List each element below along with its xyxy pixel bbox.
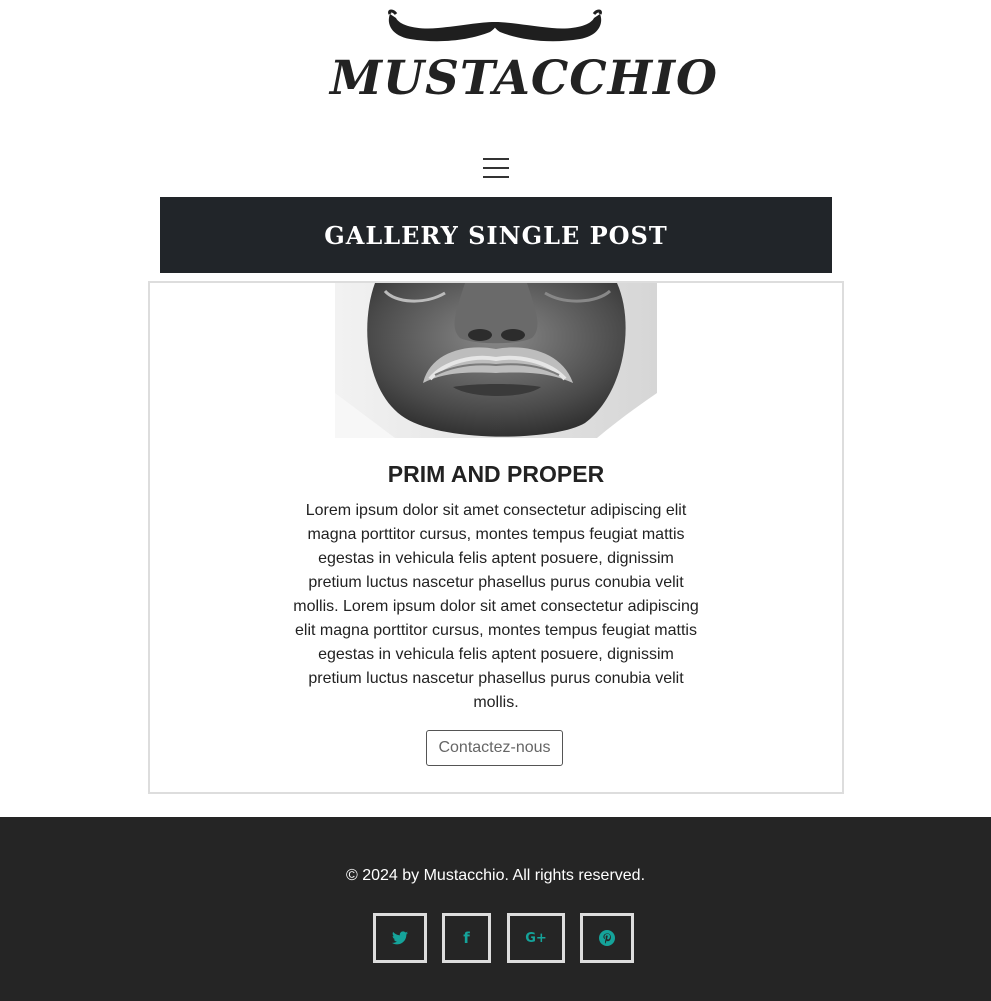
post-title: PRIM AND PROPER [387,461,605,487]
google-plus-icon: G+ [525,930,547,946]
twitter-link[interactable] [373,913,427,963]
site-footer: © 2024 by Mustacchio. All rights reserve… [0,817,991,1001]
google-plus-link[interactable]: G+ [507,913,565,963]
page-title: GALLERY SINGLE POST [324,220,668,250]
post-image [335,283,657,438]
hamburger-menu-icon[interactable] [483,158,509,180]
site-header: MUSTACCHIO [0,0,991,195]
post-body: Lorem ipsum dolor sit amet consectetur a… [293,502,699,711]
contact-button[interactable]: Contactez-nous [426,730,563,766]
mustache-photo-illustration [335,283,657,438]
facebook-icon: f [463,929,470,947]
logo-wordmark: MUSTACCHIO [330,51,718,106]
copyright-text: © 2024 by Mustacchio. All rights reserve… [345,867,646,884]
pinterest-link[interactable] [580,913,634,963]
facebook-link[interactable]: f [442,913,491,963]
page-title-banner: GALLERY SINGLE POST [160,197,832,273]
post-card: PRIM AND PROPER Lorem ipsum dolor sit am… [148,281,844,794]
twitter-icon [392,931,408,945]
pinterest-icon [599,930,615,946]
site-logo[interactable]: MUSTACCHIO [330,8,718,106]
